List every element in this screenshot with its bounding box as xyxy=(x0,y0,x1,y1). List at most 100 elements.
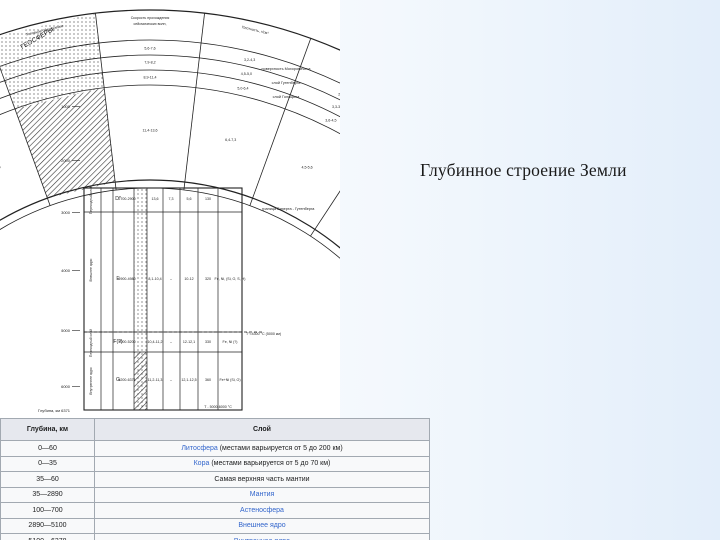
fan-column-header: сейсмических волн, xyxy=(134,22,167,26)
temperature-bottom-label: Т - 5000-6000 °С xyxy=(204,405,232,409)
layer-link[interactable]: Внешнее ядро xyxy=(238,522,285,529)
cell-layer[interactable]: Мантия xyxy=(94,486,430,503)
core-cell-value: Fe, Ni, (Si, O, S, H) xyxy=(215,277,246,281)
core-cell-value: 320 xyxy=(205,277,211,281)
layer-link[interactable]: Литосфера xyxy=(181,445,217,452)
cell-layer: Самая верхняя часть мантии xyxy=(94,471,430,488)
fan-column-header: Плотность, г/см³ xyxy=(241,25,269,35)
depth-tick-label: 2000 xyxy=(61,158,71,163)
fan-arc xyxy=(0,179,340,249)
fan-cell-value: 7,9-8,2 xyxy=(144,61,155,65)
core-cell-value: 2700-2900 xyxy=(118,197,135,201)
core-cell-value: 10-12 xyxy=(184,277,193,281)
core-layer-label: Внешнее ядро xyxy=(89,258,93,281)
cell-depth: 35—60 xyxy=(0,471,95,488)
slide-title: Глубинное строение Земли xyxy=(420,160,627,180)
core-cell-value: 5200-6371 xyxy=(118,378,135,382)
core-cell-value: 12,1-12,5 xyxy=(181,378,196,382)
zone-letter: G xyxy=(116,377,120,383)
boundary-side-label: поверхность Мохоровичича xyxy=(262,67,312,71)
slide: ГЕОСФЕРЫСлои поК.Е. БулленуИнтервал глуб… xyxy=(0,0,720,540)
cell-layer[interactable]: Астеносфера xyxy=(94,502,430,519)
layer-link[interactable]: Астеносфера xyxy=(240,507,284,514)
zone-letter: F(?) xyxy=(113,339,123,345)
layer-note: (местами варьируется от 5 до 200 км) xyxy=(217,444,343,452)
core-cell-value: Fe+Ni (Si, O) xyxy=(219,378,240,382)
table-row: 100—700 Астеносфера xyxy=(0,502,430,519)
table-row: 0—60 Литосфера (местами варьируется от 5 … xyxy=(0,440,430,457)
fan-cell-value: 5,6-7,6 xyxy=(144,47,155,51)
depth-tick-label: 5000 xyxy=(61,328,71,333)
core-cell-value: – xyxy=(170,340,172,344)
fan-cell-value: 4,5-5,6 xyxy=(301,166,312,170)
fan-cell-value: 3,2-4,3 xyxy=(244,58,255,62)
fan-cell-value: 2,7-3,0 xyxy=(338,92,340,96)
fan-cell-value: 3,6-4,5 xyxy=(325,118,336,122)
fan-section xyxy=(0,9,340,259)
cell-layer[interactable]: Внешнее ядро xyxy=(94,517,430,534)
core-section xyxy=(83,187,262,411)
table-row: 35—60 Самая верхняя часть мантии xyxy=(0,471,430,488)
depth-tick-label: 3000 xyxy=(61,210,71,215)
cell-layer[interactable]: Кора (местами варьируется от 5 до 70 км) xyxy=(94,455,430,472)
core-cell-value: – xyxy=(170,277,172,281)
depth-tick-label: 1000 xyxy=(61,104,71,109)
fan-cell-value: 670-2700 xyxy=(0,166,1,170)
table-row: 0—35 Кора (местами варьируется от 5 до 70… xyxy=(0,455,430,472)
core-layer-label: Переходный слой xyxy=(89,329,93,357)
boundary-side-label: слой Голицына xyxy=(273,95,301,99)
column-header-depth: Глубина, км xyxy=(0,418,95,441)
temperature-label: Т°≈4300 °С (5000 км) xyxy=(246,332,281,336)
boundary-label: граница Вихерта - Гутенберга xyxy=(262,207,315,211)
core-cell-value: 330 xyxy=(205,340,211,344)
fan-column-line xyxy=(249,38,312,206)
depth-tick-label: 6000 xyxy=(61,384,71,389)
core-cell-value: 12-12,1 xyxy=(183,340,195,344)
cell-layer[interactable]: Внутреннее ядро xyxy=(94,533,430,540)
fan-cell-value: 8,9-11,4 xyxy=(144,76,157,80)
layer-link[interactable]: Кора xyxy=(194,460,210,467)
table-row: 5100—6378Внутреннее ядро xyxy=(0,533,430,540)
core-cell-value: – xyxy=(170,378,172,382)
core-layer-label: Переходный слой xyxy=(89,186,93,214)
depth-axis-label: Глубина, км 6371 xyxy=(38,408,71,413)
table-header-row: Глубина, км Слой xyxy=(0,418,430,441)
boundary-side-label: слой Гутенберга xyxy=(272,81,302,85)
cell-depth: 5100—6378 xyxy=(0,533,95,540)
core-cell-value: Fe, Ni (?) xyxy=(223,340,238,344)
core-cell-value: 13,6 xyxy=(152,197,159,201)
table-row: 2890—5100 Внешнее ядро xyxy=(0,517,430,534)
cell-depth: 0—60 xyxy=(0,440,95,457)
layer-table: Глубина, км Слой 0—60 Литосфера (местами … xyxy=(0,418,430,540)
fan-cell-value: 3,3-3,6 xyxy=(332,105,340,109)
fan-cell-value: 4,5-5,0 xyxy=(241,72,252,76)
cell-depth: 100—700 xyxy=(0,502,95,519)
depth-tick-label: 4000 xyxy=(61,268,71,273)
column-header-layer: Слой xyxy=(94,418,430,441)
core-cell-value: 8,1-10,4 xyxy=(148,277,161,281)
core-cell-value: 7,3 xyxy=(169,197,174,201)
earth-structure-diagram: ГЕОСФЕРЫСлои поК.Е. БулленуИнтервал глуб… xyxy=(0,0,340,418)
core-cell-value: 130 xyxy=(205,197,211,201)
core-cell-value: 5,6 xyxy=(187,197,192,201)
fan-column-line xyxy=(183,13,205,191)
fan-cell-value: 5,0-6,4 xyxy=(237,86,248,90)
fan-column-header: Скорость прохождения xyxy=(131,16,170,20)
inner-core-hatch xyxy=(134,352,147,410)
fan-cell-value: 11,4-13,6 xyxy=(143,129,158,133)
cell-layer[interactable]: Литосфера (местами варьируется от 5 до 2… xyxy=(94,440,430,457)
layer-note: (местами варьируется от 5 до 70 км) xyxy=(209,460,331,468)
diagram-canvas: ГЕОСФЕРЫСлои поК.Е. БулленуИнтервал глуб… xyxy=(0,9,340,413)
cell-depth: 35—2890 xyxy=(0,486,95,503)
fan-cell-value: 6,4-7,3 xyxy=(225,138,236,142)
core-cell-value: 11,2-11,3 xyxy=(148,378,163,382)
core-cell-value: 10,4-11,2 xyxy=(148,340,163,344)
core-cell-value: 2900-4980 xyxy=(118,277,135,281)
table-row: 35—2890 Мантия xyxy=(0,486,430,503)
cell-depth: 2890—5100 xyxy=(0,517,95,534)
core-cell-value: 360 xyxy=(205,378,211,382)
zone-letter: D'' xyxy=(115,196,121,202)
core-layer-label: Внутреннее ядро xyxy=(89,367,93,394)
cell-depth: 0—35 xyxy=(0,455,95,472)
layer-link[interactable]: Мантия xyxy=(250,491,275,498)
